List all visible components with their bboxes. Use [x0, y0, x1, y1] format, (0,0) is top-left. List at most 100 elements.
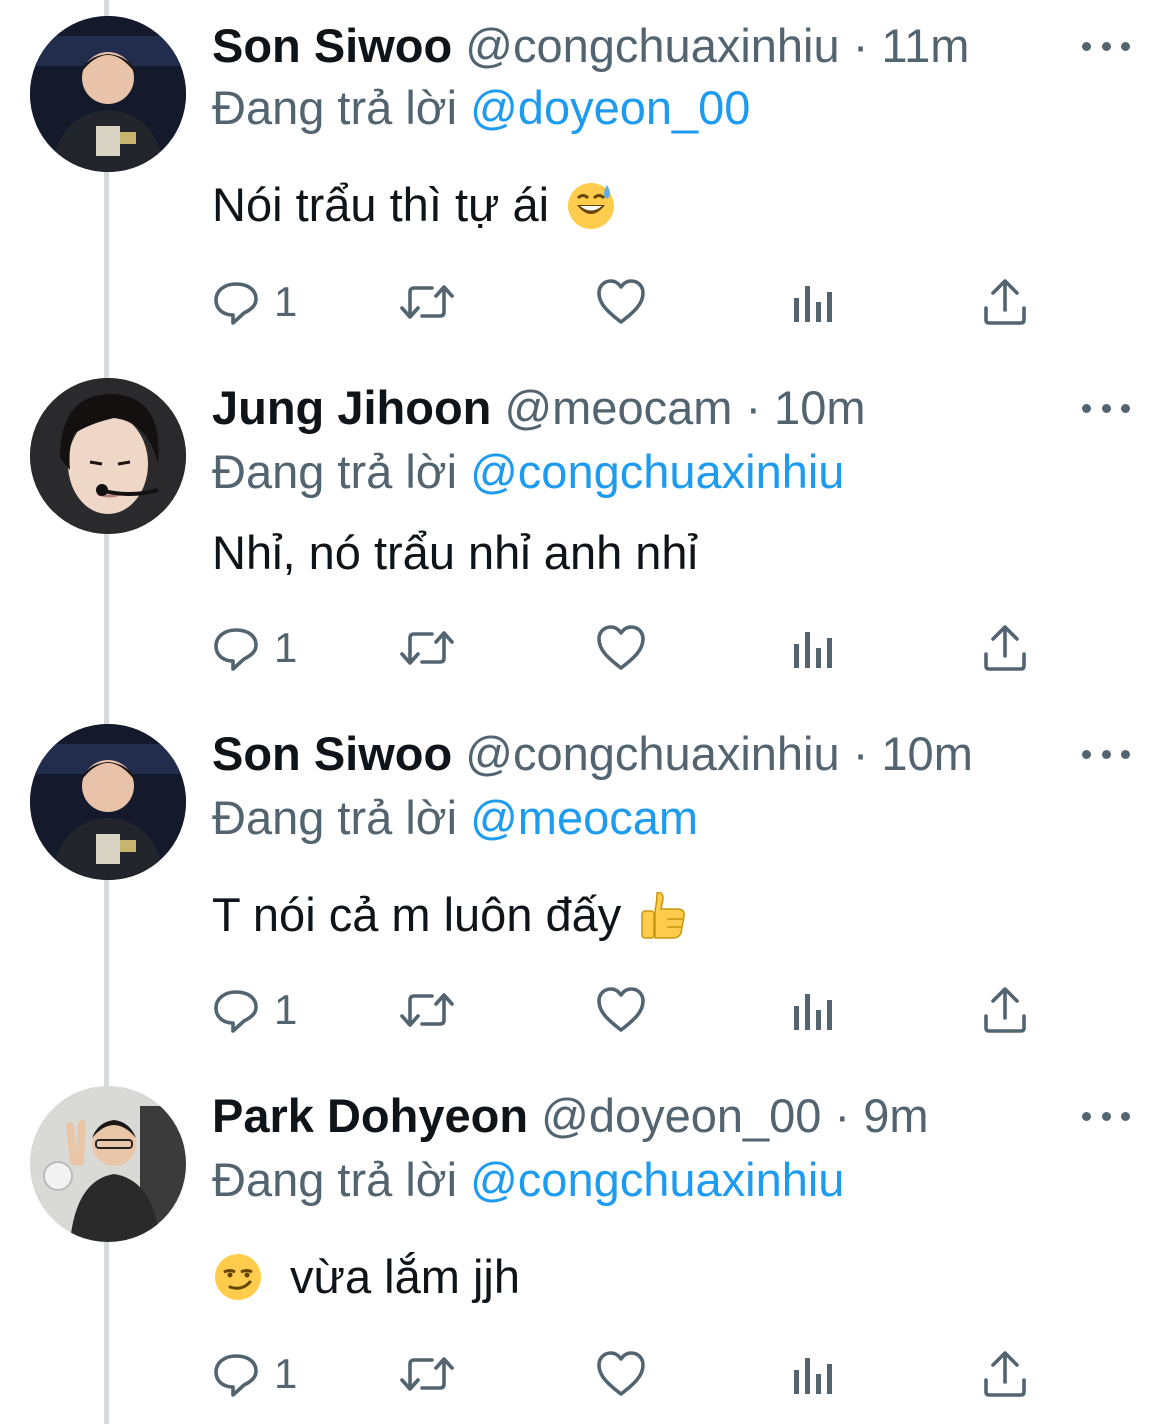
- replying-to: Đang trả lời @congchuaxinhiu: [212, 1150, 844, 1210]
- share-button[interactable]: [982, 1344, 1028, 1404]
- share-button[interactable]: [982, 618, 1028, 678]
- display-name[interactable]: Jung Jihoon: [212, 381, 491, 434]
- replying-to: Đang trả lời @doyeon_00: [212, 78, 750, 138]
- avatar[interactable]: [30, 16, 186, 172]
- avatar[interactable]: [30, 724, 186, 880]
- tweet-text-content: Nhỉ, nó trẩu nhỉ anh nhỉ: [212, 526, 698, 579]
- analytics-button[interactable]: [792, 980, 834, 1040]
- reply-icon: [214, 990, 258, 1033]
- reply-count: 1: [274, 278, 298, 325]
- tweet-header: Jung Jihoon @meocam · 10m: [212, 378, 1040, 438]
- tweet[interactable]: Son Siwoo @congchuaxinhiu · 11m Đang trả…: [0, 0, 1170, 356]
- analytics-icon: [794, 286, 832, 322]
- avatar[interactable]: [30, 1086, 186, 1242]
- retweet-icon: [400, 1357, 454, 1391]
- smirk-emoji: [215, 1254, 261, 1300]
- retweet-button[interactable]: [398, 980, 456, 1040]
- retweet-icon: [400, 631, 454, 665]
- like-icon: [597, 1351, 645, 1396]
- tweet-actions: 1: [212, 1344, 1112, 1404]
- timestamp[interactable]: 10m: [774, 381, 865, 434]
- separator-dot: ·: [745, 381, 762, 434]
- reply-count: 1: [274, 986, 298, 1033]
- analytics-icon: [794, 994, 832, 1030]
- analytics-icon: [794, 1358, 832, 1394]
- reply-button[interactable]: 1: [212, 618, 297, 678]
- user-handle[interactable]: @doyeon_00: [541, 1089, 821, 1142]
- timestamp[interactable]: 11m: [881, 19, 969, 72]
- retweet-icon: [400, 285, 454, 319]
- reply-button[interactable]: 1: [212, 272, 297, 332]
- reply-icon: [214, 1354, 258, 1397]
- share-icon: [984, 1351, 1026, 1397]
- like-button[interactable]: [596, 618, 646, 678]
- tweet[interactable]: Son Siwoo @congchuaxinhiu · 10m Đang trả…: [0, 708, 1170, 1064]
- tweet-text: Nhỉ, nó trẩu nhỉ anh nhỉ: [212, 522, 698, 584]
- share-icon: [984, 279, 1026, 325]
- share-button[interactable]: [982, 272, 1028, 332]
- reply-count: 1: [274, 624, 298, 671]
- user-handle[interactable]: @congchuaxinhiu: [465, 727, 839, 780]
- retweet-button[interactable]: [398, 1344, 456, 1404]
- replying-to: Đang trả lời @congchuaxinhiu: [212, 442, 844, 502]
- display-name[interactable]: Park Dohyeon: [212, 1089, 528, 1142]
- analytics-button[interactable]: [792, 618, 834, 678]
- replying-to-label: Đang trả lời: [212, 791, 458, 844]
- mention-link[interactable]: @doyeon_00: [470, 81, 750, 134]
- replying-to-label: Đang trả lời: [212, 1153, 458, 1206]
- tweet[interactable]: Park Dohyeon @doyeon_00 · 9m Đang trả lờ…: [0, 1070, 1170, 1426]
- retweet-button[interactable]: [398, 272, 456, 332]
- tweet-text-content: T nói cả m luôn đấy: [212, 888, 622, 941]
- retweet-icon: [400, 993, 454, 1027]
- timestamp[interactable]: 9m: [863, 1089, 928, 1142]
- mention-link[interactable]: @congchuaxinhiu: [470, 1153, 844, 1206]
- analytics-button[interactable]: [792, 272, 834, 332]
- tweet-text-content: Nói trẩu thì tự ái: [212, 178, 550, 231]
- separator-dot: ·: [852, 727, 869, 780]
- share-icon: [984, 987, 1026, 1033]
- tweet-actions: 1: [212, 272, 1112, 332]
- like-icon: [597, 279, 645, 324]
- reply-icon: [214, 282, 258, 325]
- tweet-text: T nói cả m luôn đấy: [212, 884, 689, 946]
- share-icon: [984, 625, 1026, 671]
- reply-button[interactable]: 1: [212, 980, 297, 1040]
- replying-to-label: Đang trả lời: [212, 81, 458, 134]
- reply-count: 1: [274, 1350, 298, 1397]
- tweet-header: Son Siwoo @congchuaxinhiu · 11m: [212, 16, 1040, 76]
- tweet-text: vừa lắm jjh: [212, 1246, 520, 1308]
- more-options-icon[interactable]: [1082, 744, 1130, 764]
- mention-link[interactable]: @meocam: [470, 791, 698, 844]
- tweet-text: Nói trẩu thì tự ái: [212, 174, 617, 236]
- display-name[interactable]: Son Siwoo: [212, 727, 452, 780]
- replying-to-label: Đang trả lời: [212, 445, 458, 498]
- replying-to: Đang trả lời @meocam: [212, 788, 698, 848]
- avatar[interactable]: [30, 378, 186, 534]
- user-handle[interactable]: @congchuaxinhiu: [465, 19, 839, 72]
- retweet-button[interactable]: [398, 618, 456, 678]
- tweet-header: Son Siwoo @congchuaxinhiu · 10m: [212, 724, 1040, 784]
- more-options-icon[interactable]: [1082, 36, 1130, 56]
- like-icon: [597, 625, 645, 670]
- separator-dot: ·: [834, 1089, 851, 1142]
- like-button[interactable]: [596, 980, 646, 1040]
- tweet[interactable]: Jung Jihoon @meocam · 10m Đang trả lời @…: [0, 362, 1170, 718]
- sweat-smile-emoji: [568, 183, 615, 229]
- more-options-icon[interactable]: [1082, 1106, 1130, 1126]
- tweet-text-content: vừa lắm jjh: [290, 1250, 520, 1303]
- timestamp[interactable]: 10m: [881, 727, 972, 780]
- analytics-button[interactable]: [792, 1344, 834, 1404]
- tweet-actions: 1: [212, 618, 1112, 678]
- like-button[interactable]: [596, 272, 646, 332]
- tweet-header: Park Dohyeon @doyeon_00 · 9m: [212, 1086, 1040, 1146]
- share-button[interactable]: [982, 980, 1028, 1040]
- reply-icon: [214, 628, 258, 671]
- reply-button[interactable]: 1: [212, 1344, 297, 1404]
- display-name[interactable]: Son Siwoo: [212, 19, 452, 72]
- mention-link[interactable]: @congchuaxinhiu: [470, 445, 844, 498]
- like-button[interactable]: [596, 1344, 646, 1404]
- more-options-icon[interactable]: [1082, 398, 1130, 418]
- like-icon: [597, 987, 645, 1032]
- thumbs-up-emoji: [641, 891, 686, 939]
- user-handle[interactable]: @meocam: [504, 381, 732, 434]
